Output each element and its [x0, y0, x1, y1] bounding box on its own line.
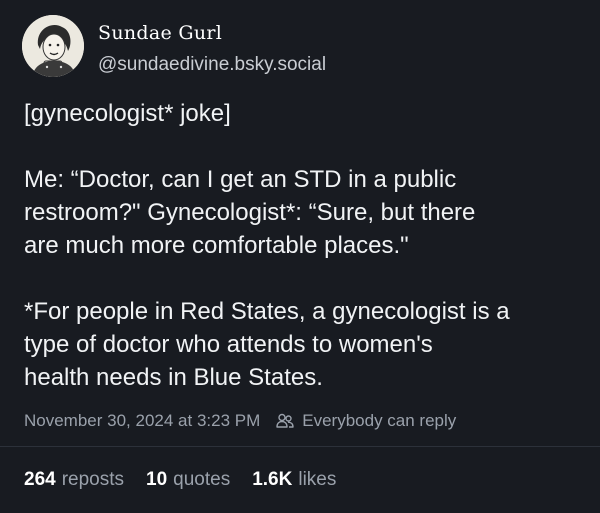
post-body: [gynecologist* joke] Me: “Doctor, can I …: [24, 97, 584, 394]
post-card: Sundae Gurl @sundaedivine.bsky.social [g…: [0, 0, 600, 513]
post-timestamp[interactable]: November 30, 2024 at 3:23 PM: [24, 411, 260, 431]
quotes-label: quotes: [173, 469, 231, 490]
reposts-count: 264: [24, 469, 56, 490]
divider: [0, 446, 600, 447]
reply-setting-label: Everybody can reply: [302, 411, 457, 430]
reposts-label: reposts: [61, 469, 125, 490]
post-text-line: health needs in Blue States.: [24, 364, 323, 391]
post-text-line: are much more comfortable places.": [24, 232, 409, 259]
reposts-stat[interactable]: 264 reposts: [24, 469, 124, 491]
author-display-name[interactable]: Sundae Gurl: [98, 22, 222, 44]
people-icon: [276, 413, 294, 429]
quotes-count: 10: [146, 469, 168, 490]
quotes-stat[interactable]: 10 quotes: [146, 469, 230, 491]
likes-label: likes: [298, 469, 337, 490]
post-text-line: *For people in Red States, a gynecologis…: [24, 298, 510, 325]
post-text-line: [gynecologist* joke]: [24, 100, 231, 127]
likes-stat[interactable]: 1.6K likes: [252, 469, 336, 491]
vintage-woman-avatar-icon[interactable]: [22, 15, 84, 77]
post-text-line: restroom?" Gynecologist*: “Sure, but the…: [24, 199, 476, 226]
post-stats: 264 reposts 10 quotes 1.6K likes: [24, 469, 358, 491]
author-handle[interactable]: @sundaedivine.bsky.social: [98, 54, 326, 76]
post-text-line: type of doctor who attends to women's: [24, 331, 433, 358]
post-text-line: Me: “Doctor, can I get an STD in a publi…: [24, 166, 457, 193]
post-meta: November 30, 2024 at 3:23 PM Everybody c…: [24, 411, 456, 431]
likes-count: 1.6K: [252, 469, 293, 490]
